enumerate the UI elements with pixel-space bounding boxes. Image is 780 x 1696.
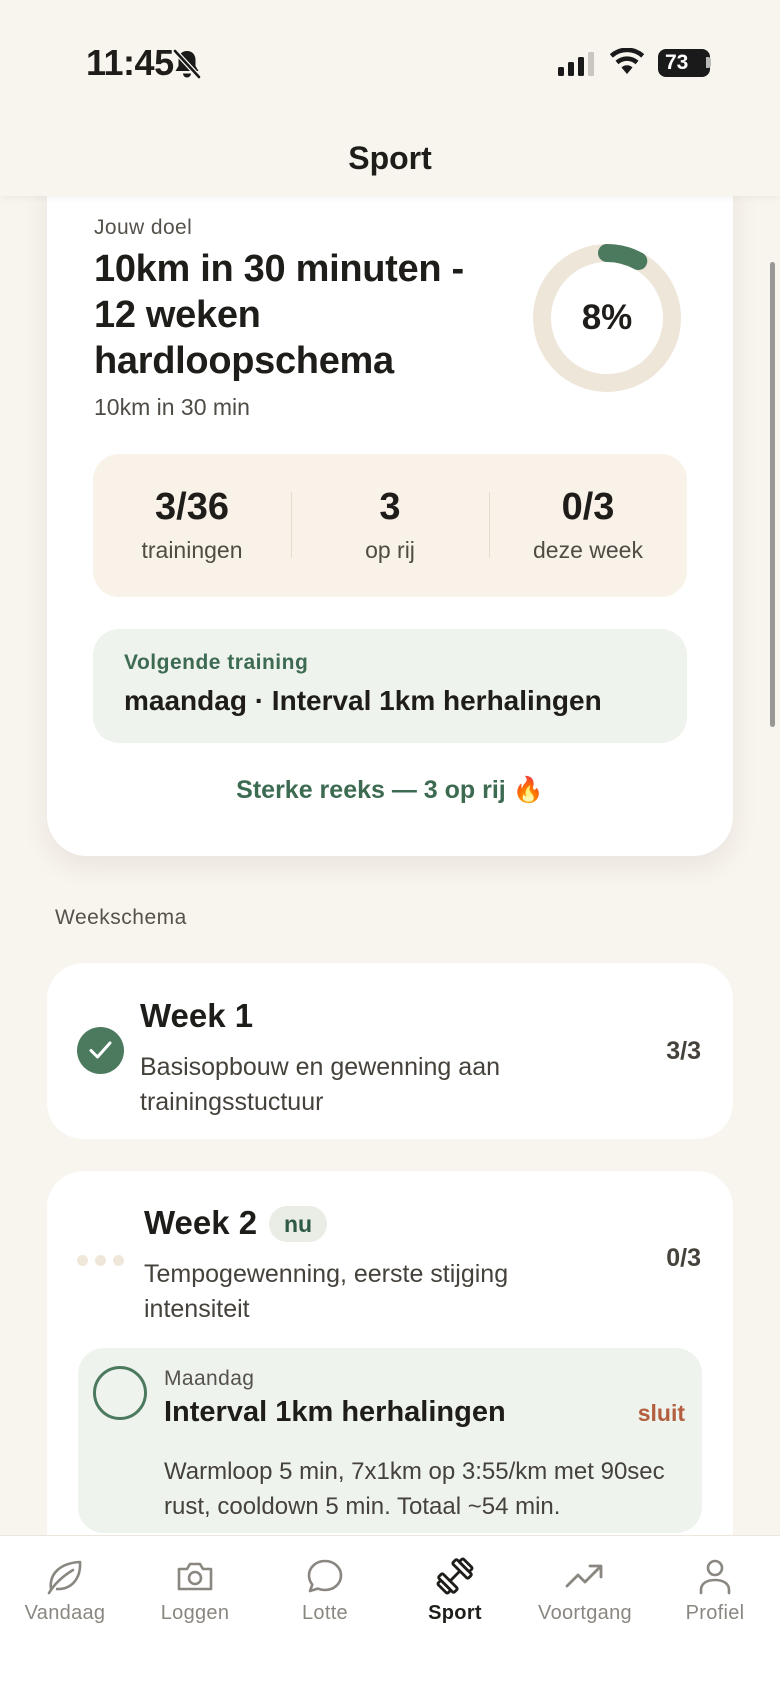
camera-icon — [177, 1562, 213, 1591]
session-title: Interval 1km herhalingen — [164, 1396, 506, 1428]
bell-muted-icon — [173, 49, 201, 79]
session-description: Warmloop 5 min, 7x1km op 3:55/km met 90s… — [164, 1458, 665, 1520]
progress-ring: 8% — [527, 238, 687, 398]
goal-title: 10km in 30 minuten - 12 weken hardloopsc… — [94, 248, 464, 382]
title-bar: Sport — [0, 120, 780, 196]
dot — [113, 1255, 124, 1266]
stat-trainings: 3/36 trainingen — [93, 454, 291, 597]
trending-up-icon — [565, 1564, 603, 1588]
stat-value: 3 — [379, 486, 401, 528]
stat-label: trainingen — [141, 537, 243, 563]
stat-value: 0/3 — [561, 486, 615, 528]
status-time: 11:45 — [86, 42, 174, 83]
tab-sport[interactable]: Sport — [390, 1536, 520, 1696]
week-title: Week 2 — [144, 1204, 258, 1241]
week-progress-count: 3/3 — [666, 1037, 701, 1065]
status-bar: 11:45 73 — [0, 0, 780, 120]
dot — [77, 1255, 88, 1266]
next-training-label: Volgende training — [124, 651, 309, 674]
page-title: Sport — [348, 140, 432, 176]
streak-message: Sterke reeks — 3 op rij 🔥 — [236, 776, 544, 804]
tab-vandaag[interactable]: Vandaag — [0, 1536, 130, 1696]
training-session[interactable]: Maandag Interval 1km herhalingen sluit W… — [78, 1348, 702, 1533]
week-progress-count: 0/3 — [666, 1244, 701, 1272]
week-completed-icon — [77, 1027, 124, 1074]
cellular-signal-icon — [558, 52, 594, 76]
scroll-indicator[interactable] — [770, 262, 775, 727]
tab-label: Sport — [428, 1602, 482, 1624]
goal-card: Jouw doel 10km in 30 minuten - 12 weken … — [47, 150, 733, 856]
battery-tip — [706, 57, 711, 68]
week-description: Tempogewenning, eerste stijging intensit… — [144, 1260, 509, 1323]
session-day: Maandag — [164, 1367, 255, 1390]
tab-label: Vandaag — [24, 1602, 106, 1624]
battery-indicator: 73 — [658, 49, 710, 77]
tab-loggen[interactable]: Loggen — [130, 1536, 260, 1696]
wifi-icon — [610, 48, 644, 74]
stat-label: op rij — [365, 537, 415, 563]
progress-percentage: 8% — [581, 298, 633, 337]
week-description: Basisopbouw en gewenning aan trainingsst… — [140, 1053, 500, 1116]
goal-stats: 3/36 trainingen 3 op rij 0/3 deze week — [93, 454, 687, 597]
dot — [95, 1255, 106, 1266]
tab-voortgang[interactable]: Voortgang — [520, 1536, 650, 1696]
tab-bar: Vandaag Loggen Lotte Sport Voortgang Pro… — [0, 1535, 780, 1696]
stat-streak: 3 op rij — [291, 454, 489, 597]
current-week-badge: nu — [269, 1206, 328, 1242]
week-card-1[interactable]: Week 1 Basisopbouw en gewenning aan trai… — [47, 963, 733, 1139]
section-label-weekschema: Weekschema — [55, 906, 187, 929]
next-training-value: maandag · Interval 1km herhalingen — [124, 685, 602, 716]
goal-label: Jouw doel — [94, 216, 193, 239]
week-title: Week 1 — [140, 997, 254, 1034]
stat-this-week: 0/3 deze week — [489, 454, 687, 597]
session-complete-checkbox[interactable] — [93, 1366, 147, 1420]
goal-subtitle: 10km in 30 min — [94, 394, 250, 420]
session-close-button[interactable]: sluit — [638, 1400, 685, 1427]
stat-value: 3/36 — [155, 486, 229, 528]
tab-profiel[interactable]: Profiel — [650, 1536, 780, 1696]
stat-label: deze week — [533, 537, 643, 563]
chat-bubble-icon — [307, 1559, 343, 1593]
next-training-box[interactable]: Volgende training maandag · Interval 1km… — [93, 629, 687, 743]
dumbbell-icon — [436, 1557, 474, 1595]
leaf-icon — [47, 1560, 82, 1595]
tab-label: Lotte — [302, 1602, 348, 1624]
tab-label: Loggen — [160, 1602, 230, 1624]
week-pending-icon — [77, 1255, 124, 1266]
person-icon — [699, 1559, 731, 1595]
tab-label: Voortgang — [538, 1602, 632, 1624]
tab-lotte[interactable]: Lotte — [260, 1536, 390, 1696]
tab-label: Profiel — [685, 1602, 745, 1624]
